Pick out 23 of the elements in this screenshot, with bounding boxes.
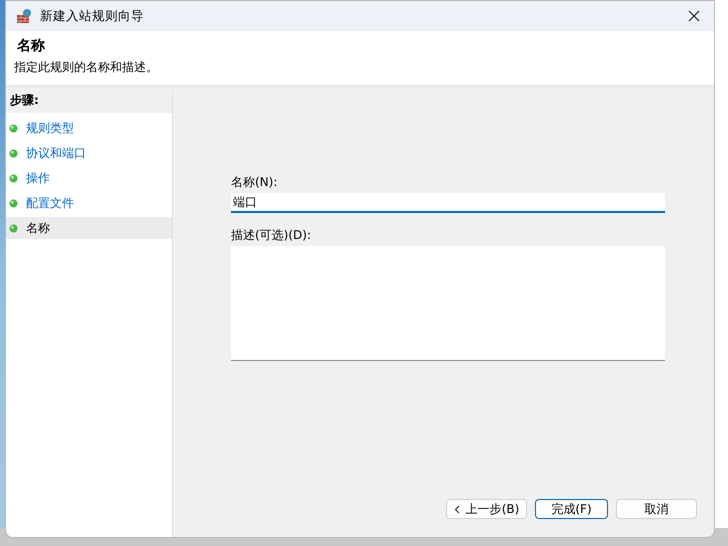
- step-item[interactable]: 规则类型: [6, 117, 172, 139]
- back-button[interactable]: 上一步(B): [446, 499, 527, 519]
- dot-icon: [9, 174, 18, 182]
- step-item[interactable]: 名称: [6, 217, 172, 239]
- dot-icon: [9, 198, 18, 208]
- name-field[interactable]: 端口: [231, 193, 665, 213]
- dot-icon: [9, 148, 18, 158]
- page-description: 指定此规则的名称和描述。: [14, 59, 159, 76]
- description-field[interactable]: [231, 246, 665, 361]
- dialog-button[interactable]: 取消: [616, 499, 697, 519]
- step-item[interactable]: 协议和端口: [6, 142, 172, 164]
- step-item[interactable]: 操作: [6, 167, 172, 189]
- chevron-icon: [454, 504, 460, 514]
- description-label: 描述(可选)(D):: [231, 227, 312, 244]
- window-title: 新建入站规则向导: [40, 8, 145, 24]
- dot-icon: [9, 124, 18, 132]
- step-item[interactable]: 配置文件: [6, 192, 172, 214]
- page-title: 名称: [17, 37, 46, 55]
- steps-heading: 步骤:: [6, 89, 172, 113]
- dot-icon: [9, 224, 18, 232]
- dialog-button[interactable]: 完成(F): [535, 499, 608, 519]
- name-label: 名称(N):: [231, 174, 278, 191]
- firewall-icon: [16, 8, 32, 24]
